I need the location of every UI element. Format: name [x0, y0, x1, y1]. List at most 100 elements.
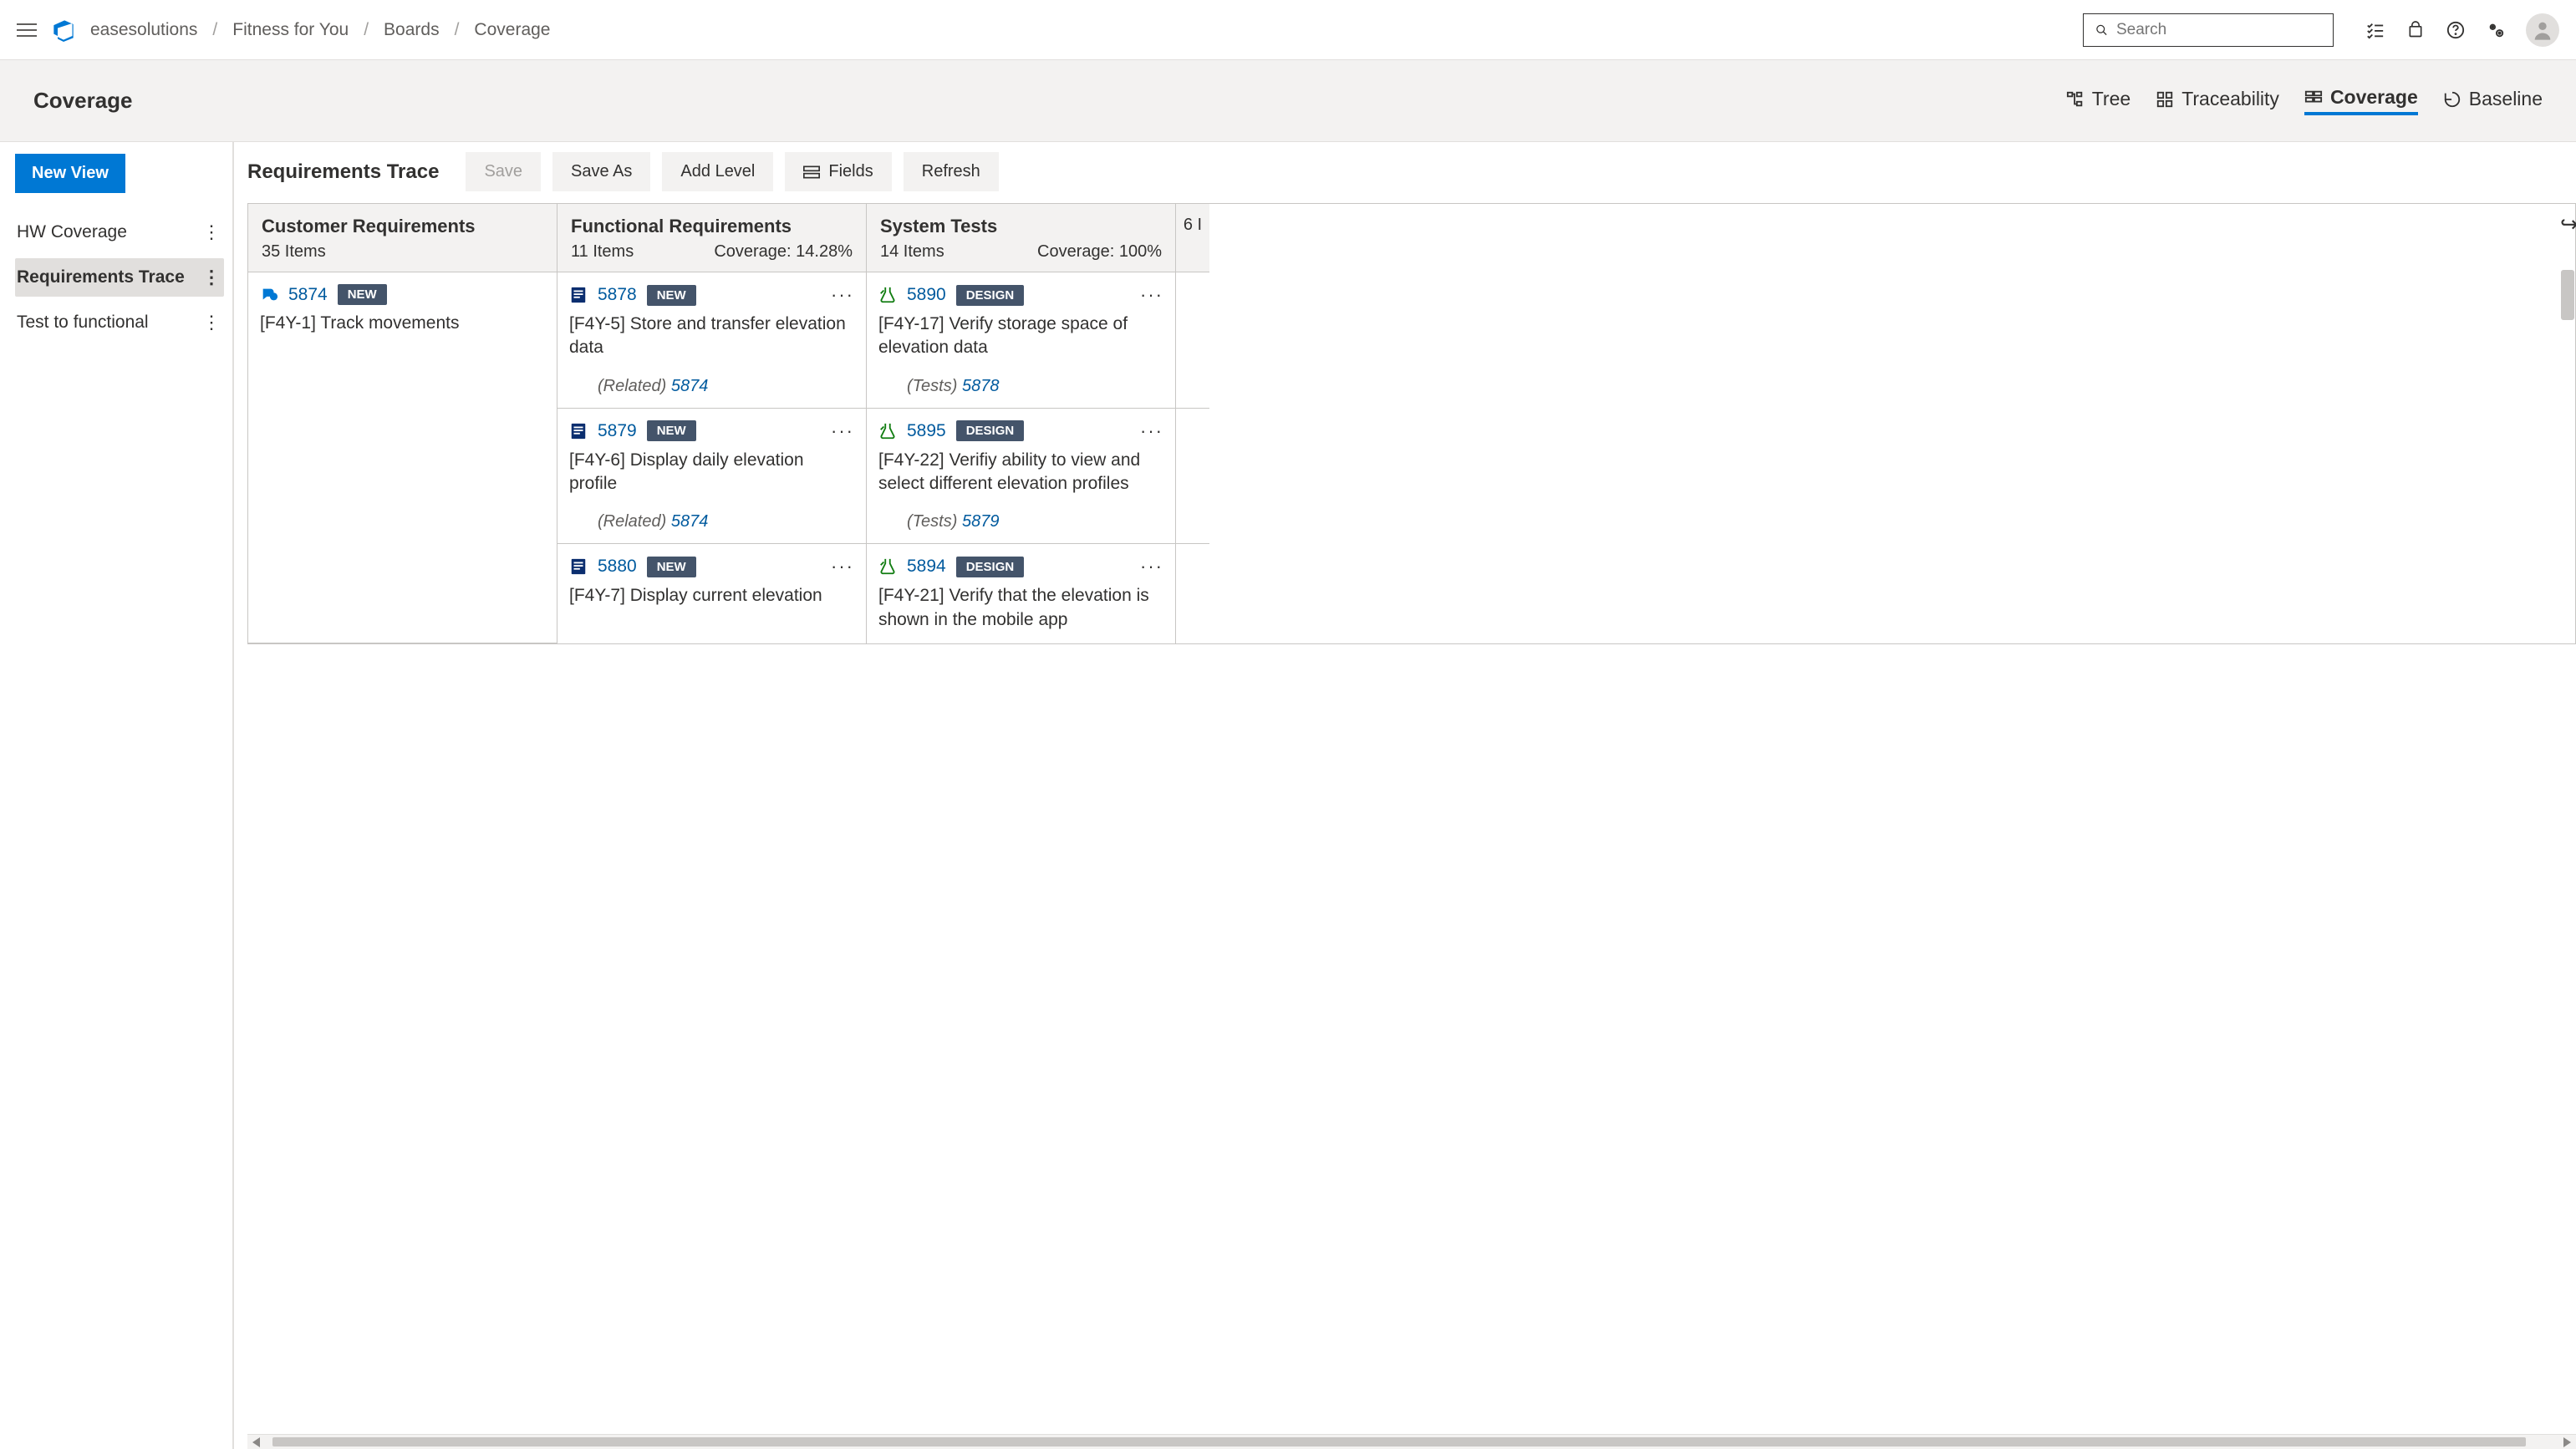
marketplace-icon[interactable]	[2405, 20, 2426, 40]
toolbar: Requirements Trace Save Save As Add Leve…	[247, 152, 2576, 191]
work-item-id[interactable]: 5874	[288, 285, 328, 305]
more-icon[interactable]: ⋮	[202, 267, 219, 288]
work-item-id[interactable]: 5894	[907, 557, 946, 577]
more-icon[interactable]: ⋮	[202, 312, 219, 333]
search-input[interactable]	[2116, 21, 2321, 39]
more-icon[interactable]: ⋮	[202, 221, 219, 243]
sub-header: Coverage Tree Traceability Coverage Base…	[0, 60, 2576, 142]
sidebar: New View HW Coverage ⋮ Requirements Trac…	[0, 142, 234, 1449]
card-extra	[1176, 409, 1209, 545]
card-menu-icon[interactable]: ···	[831, 556, 854, 577]
work-item-id[interactable]: 5878	[598, 285, 637, 305]
status-badge: NEW	[647, 285, 696, 306]
azure-devops-logo-icon[interactable]	[52, 18, 75, 42]
page-title: Coverage	[33, 88, 2066, 114]
view-coverage[interactable]: Coverage	[2304, 86, 2418, 115]
work-item-id[interactable]: 5890	[907, 285, 946, 305]
test-icon	[878, 422, 897, 440]
card-menu-icon[interactable]: ···	[831, 284, 854, 306]
trace-title: Requirements Trace	[247, 160, 439, 184]
card-menu-icon[interactable]: ···	[1140, 284, 1163, 306]
breadcrumb-page[interactable]: Coverage	[474, 20, 550, 40]
status-badge: DESIGN	[956, 285, 1025, 306]
checklist-icon[interactable]	[2365, 20, 2385, 40]
tree-icon	[2066, 90, 2085, 109]
related-link: (Tests) 5878	[907, 377, 1163, 396]
traceability-icon	[2156, 90, 2174, 109]
card-system[interactable]: 5895 DESIGN ··· [F4Y-22] Verifiy ability…	[867, 409, 1176, 545]
scroll-left-icon[interactable]	[252, 1437, 260, 1447]
status-badge: DESIGN	[956, 557, 1025, 577]
card-menu-icon[interactable]: ···	[1140, 420, 1163, 442]
view-traceability[interactable]: Traceability	[2156, 86, 2279, 115]
requirement-icon	[569, 286, 588, 304]
work-item-title: [F4Y-6] Display daily elevation profile	[569, 449, 854, 496]
status-badge: DESIGN	[956, 420, 1025, 441]
card-menu-icon[interactable]: ···	[831, 420, 854, 442]
status-badge: NEW	[338, 284, 387, 305]
hamburger-menu-icon[interactable]	[17, 20, 37, 40]
breadcrumb-project[interactable]: Fitness for You	[232, 20, 349, 40]
card-customer[interactable]: 5874 NEW [F4Y-1] Track movements	[248, 272, 557, 643]
work-item-id[interactable]: 5895	[907, 421, 946, 441]
main: New View HW Coverage ⋮ Requirements Trac…	[0, 142, 2576, 1449]
card-system[interactable]: 5890 DESIGN ··· [F4Y-17] Verify storage …	[867, 272, 1176, 409]
settings-icon[interactable]	[2486, 20, 2506, 40]
view-baseline[interactable]: Baseline	[2443, 86, 2543, 115]
help-icon[interactable]	[2446, 20, 2466, 40]
trace-grid: Customer Requirements 35 Items Functiona…	[247, 203, 2576, 644]
view-tree[interactable]: Tree	[2066, 86, 2131, 115]
top-icons	[2365, 13, 2559, 47]
related-link: (Related) 5874	[598, 512, 854, 531]
card-menu-icon[interactable]: ···	[1140, 556, 1163, 577]
fields-button[interactable]: Fields	[785, 152, 891, 191]
work-item-title: [F4Y-1] Track movements	[260, 312, 545, 335]
work-item-id[interactable]: 5879	[598, 421, 637, 441]
scroll-right-icon[interactable]	[2563, 1437, 2571, 1447]
view-switcher: Tree Traceability Coverage Baseline	[2066, 86, 2543, 115]
content: Requirements Trace Save Save As Add Leve…	[234, 142, 2576, 1449]
breadcrumb-sep: /	[364, 20, 369, 40]
work-item-title: [F4Y-7] Display current elevation	[569, 584, 854, 608]
sidebar-item-test-to-functional[interactable]: Test to functional ⋮	[15, 303, 224, 342]
sidebar-item-requirements-trace[interactable]: Requirements Trace ⋮	[15, 258, 224, 297]
card-functional[interactable]: 5879 NEW ··· [F4Y-6] Display daily eleva…	[557, 409, 867, 545]
breadcrumb-area[interactable]: Boards	[384, 20, 440, 40]
refresh-button[interactable]: Refresh	[904, 152, 999, 191]
vertical-scrollbar[interactable]	[2561, 270, 2574, 1417]
breadcrumb: easesolutions / Fitness for You / Boards…	[90, 20, 550, 40]
column-header-system: System Tests 14 ItemsCoverage: 100%	[867, 204, 1176, 272]
add-level-button[interactable]: Add Level	[662, 152, 773, 191]
card-system[interactable]: 5894 DESIGN ··· [F4Y-21] Verify that the…	[867, 544, 1176, 643]
status-badge: NEW	[647, 420, 696, 441]
save-button[interactable]: Save	[466, 152, 541, 191]
work-item-title: [F4Y-21] Verify that the elevation is sh…	[878, 584, 1163, 632]
baseline-icon	[2443, 90, 2461, 109]
new-view-button[interactable]: New View	[15, 154, 125, 193]
card-functional[interactable]: 5878 NEW ··· [F4Y-5] Store and transfer …	[557, 272, 867, 409]
requirement-icon	[569, 422, 588, 440]
card-extra	[1176, 272, 1209, 409]
work-item-title: [F4Y-22] Verifiy ability to view and sel…	[878, 449, 1163, 496]
work-item-title: [F4Y-17] Verify storage space of elevati…	[878, 313, 1163, 360]
horizontal-scrollbar[interactable]	[247, 1434, 2576, 1449]
card-functional[interactable]: 5880 NEW ··· [F4Y-7] Display current ele…	[557, 544, 867, 643]
work-item-id[interactable]: 5880	[598, 557, 637, 577]
breadcrumb-org[interactable]: easesolutions	[90, 20, 197, 40]
card-extra	[1176, 544, 1209, 643]
column-header-extra: 6 I	[1176, 204, 1209, 272]
scroll-thumb[interactable]	[272, 1437, 2526, 1446]
sidebar-item-hw-coverage[interactable]: HW Coverage ⋮	[15, 213, 224, 252]
grid-wrapper: ↩ Customer Requirements 35 Items Functio…	[247, 203, 2576, 1434]
collapse-panel-icon[interactable]: ↩	[2560, 211, 2576, 237]
related-link: (Tests) 5879	[907, 512, 1163, 531]
test-icon	[878, 557, 897, 576]
top-bar: easesolutions / Fitness for You / Boards…	[0, 0, 2576, 60]
save-as-button[interactable]: Save As	[552, 152, 650, 191]
requirement-icon	[569, 557, 588, 576]
related-link: (Related) 5874	[598, 377, 854, 396]
feedback-icon	[260, 286, 278, 304]
search-icon	[2095, 23, 2108, 38]
search-box[interactable]	[2083, 13, 2334, 47]
user-avatar[interactable]	[2526, 13, 2559, 47]
